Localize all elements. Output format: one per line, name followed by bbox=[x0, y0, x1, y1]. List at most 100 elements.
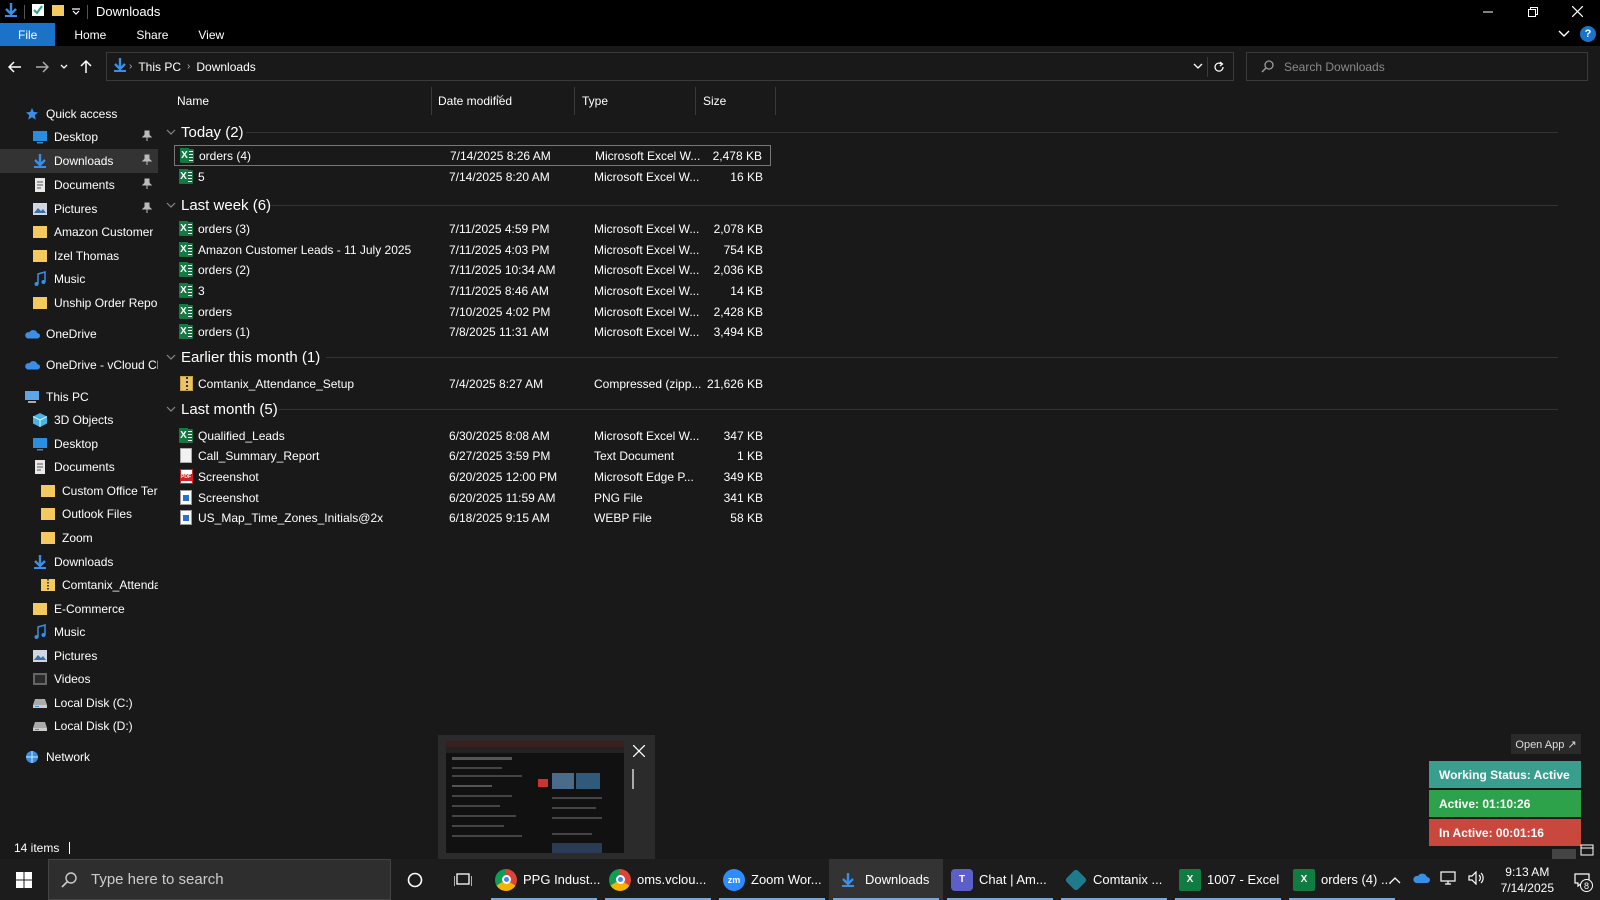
column-header-type[interactable]: Type bbox=[582, 87, 608, 115]
column-divider[interactable] bbox=[574, 87, 575, 115]
file-row[interactable]: Call_Summary_Report 6/27/2025 3:59 PM Text… bbox=[174, 445, 771, 466]
sidebar-item-unship-order-repor[interactable]: Unship Order Repor bbox=[0, 291, 158, 315]
collapse-chevron-icon[interactable] bbox=[166, 350, 176, 364]
file-group-header[interactable]: Last month (5) bbox=[158, 397, 1600, 421]
search-box[interactable] bbox=[1246, 52, 1588, 81]
volume-tray-icon[interactable] bbox=[1468, 870, 1486, 888]
sidebar-item-zoom[interactable]: Zoom bbox=[0, 526, 158, 550]
up-button[interactable] bbox=[74, 53, 98, 81]
sidebar-item-izel-thomas[interactable]: Izel Thomas bbox=[0, 244, 158, 268]
sidebar-item-e-commerce[interactable]: E-Commerce bbox=[0, 597, 158, 621]
sidebar-item-downloads[interactable]: Downloads bbox=[0, 149, 158, 173]
customize-toolbar-chevron-icon[interactable] bbox=[71, 5, 81, 19]
address-bar[interactable]: › This PC › Downloads bbox=[106, 52, 1234, 81]
sidebar-item-videos[interactable]: Videos bbox=[0, 667, 158, 691]
view-toggle-details[interactable] bbox=[1552, 849, 1576, 859]
breadcrumb-separator-icon[interactable]: › bbox=[129, 61, 132, 72]
file-row[interactable]: orders (1) 7/8/2025 11:31 AM Microsoft Exc… bbox=[174, 321, 771, 342]
tab-home[interactable]: Home bbox=[59, 23, 121, 46]
close-button[interactable] bbox=[1555, 0, 1600, 23]
task-view-button[interactable] bbox=[439, 859, 487, 900]
file-row[interactable]: Screenshot 6/20/2025 12:00 PM Microsoft Ed… bbox=[174, 466, 771, 487]
file-row[interactable]: 3 7/11/2025 8:46 AM Microsoft Excel W... 14… bbox=[174, 280, 771, 301]
sidebar-item-3d-objects[interactable]: 3D Objects bbox=[0, 408, 158, 432]
sidebar-item-desktop[interactable]: Desktop bbox=[0, 125, 158, 149]
taskbar-app-comtanix[interactable]: Comtanix ... bbox=[1057, 859, 1171, 900]
column-header-size[interactable]: Size bbox=[703, 87, 726, 115]
file-row[interactable]: Amazon Customer Leads - 11 July 2025 7/11… bbox=[174, 239, 771, 260]
sidebar-item-onedrive[interactable]: OneDrive bbox=[0, 322, 158, 346]
file-row[interactable]: US_Map_Time_Zones_Initials@2x 6/18/2025 9… bbox=[174, 507, 771, 528]
collapse-chevron-icon[interactable] bbox=[166, 125, 176, 139]
file-group-header[interactable]: Last week (6) bbox=[158, 193, 1600, 217]
sidebar-item-onedrive-vcloud-cl[interactable]: OneDrive - vCloud Cl bbox=[0, 353, 158, 377]
sidebar-item-custom-office-ter[interactable]: Custom Office Ter bbox=[0, 479, 158, 503]
tab-view[interactable]: View bbox=[183, 23, 239, 46]
sidebar-item-local-disk-d[interactable]: Local Disk (D:) bbox=[0, 714, 158, 738]
sidebar-item-comtanix-attenda[interactable]: Comtanix_Attenda bbox=[0, 573, 158, 597]
taskbar-app-chat-am[interactable]: T Chat | Am... bbox=[943, 859, 1057, 900]
recent-locations-button[interactable] bbox=[57, 53, 71, 81]
taskbar-app-downloads[interactable]: Downloads bbox=[829, 859, 943, 900]
sidebar-item-network[interactable]: Network bbox=[0, 745, 158, 769]
start-button[interactable] bbox=[0, 859, 48, 900]
column-divider[interactable] bbox=[431, 87, 432, 115]
onedrive-tray-icon[interactable] bbox=[1412, 872, 1430, 887]
sidebar-item-pictures[interactable]: Pictures bbox=[0, 644, 158, 668]
sidebar-item-pictures[interactable]: Pictures bbox=[0, 197, 158, 221]
sidebar-item-music[interactable]: Music bbox=[0, 620, 158, 644]
file-row[interactable]: orders (3) 7/11/2025 4:59 PM Microsoft Exc… bbox=[174, 218, 771, 239]
refresh-button[interactable] bbox=[1207, 57, 1229, 77]
file-row[interactable]: orders (2) 7/11/2025 10:34 AM Microsoft Ex… bbox=[174, 259, 771, 280]
collapse-chevron-icon[interactable] bbox=[166, 402, 176, 416]
sidebar-item-documents[interactable]: Documents bbox=[0, 173, 158, 197]
breadcrumb-downloads[interactable]: Downloads bbox=[196, 60, 255, 74]
file-row[interactable]: orders 7/10/2025 4:02 PM Microsoft Excel W… bbox=[174, 301, 771, 322]
back-button[interactable] bbox=[3, 53, 27, 81]
search-input[interactable] bbox=[1284, 59, 1574, 74]
window-preview-image[interactable] bbox=[446, 741, 624, 853]
taskbar-app-ppg-indust[interactable]: PPG Indust... bbox=[487, 859, 601, 900]
taskbar-app-zoom-wor[interactable]: zm Zoom Wor... bbox=[715, 859, 829, 900]
column-divider[interactable] bbox=[695, 87, 696, 115]
properties-icon[interactable] bbox=[31, 3, 45, 20]
file-row[interactable]: Screenshot 6/20/2025 11:59 AM PNG File 341 … bbox=[174, 487, 771, 508]
taskbar-search-box[interactable]: Type here to search bbox=[48, 859, 391, 900]
sidebar-item-desktop[interactable]: Desktop bbox=[0, 432, 158, 456]
sidebar-item-documents[interactable]: Documents bbox=[0, 455, 158, 479]
sidebar-item-outlook-files[interactable]: Outlook Files bbox=[0, 502, 158, 526]
pin-icon[interactable] bbox=[141, 154, 153, 169]
column-divider[interactable] bbox=[775, 87, 776, 115]
tab-share[interactable]: Share bbox=[121, 23, 183, 46]
cortana-button[interactable] bbox=[391, 859, 439, 900]
pin-icon[interactable] bbox=[141, 202, 153, 217]
forward-button[interactable] bbox=[30, 53, 54, 81]
open-app-button[interactable]: Open App ↗ bbox=[1511, 734, 1581, 754]
pin-icon[interactable] bbox=[141, 178, 153, 193]
taskbar-thumbnail-preview[interactable] bbox=[438, 735, 655, 859]
tab-file[interactable]: File bbox=[0, 23, 56, 46]
sidebar-item-music[interactable]: Music bbox=[0, 267, 158, 291]
new-folder-icon[interactable] bbox=[51, 3, 65, 20]
large-icons-view-icon[interactable] bbox=[1580, 844, 1594, 859]
file-row[interactable]: Comtanix_Attendance_Setup 7/4/2025 8:27 A… bbox=[174, 373, 771, 394]
expand-ribbon-chevron-icon[interactable] bbox=[1558, 27, 1570, 41]
sidebar-item-amazon-customer[interactable]: Amazon Customer bbox=[0, 220, 158, 244]
address-history-chevron-icon[interactable] bbox=[1193, 59, 1203, 73]
file-row[interactable]: 5 7/14/2025 8:20 AM Microsoft Excel W... 16… bbox=[174, 166, 771, 187]
help-icon[interactable]: ? bbox=[1580, 26, 1596, 42]
taskbar-clock[interactable]: 9:13 AM 7/14/2025 bbox=[1501, 864, 1554, 896]
collapse-chevron-icon[interactable] bbox=[166, 198, 176, 212]
sidebar-item-this-pc[interactable]: This PC bbox=[0, 385, 158, 409]
taskbar-app-oms-vclou[interactable]: oms.vclou... bbox=[601, 859, 715, 900]
file-group-header[interactable]: Earlier this month (1) bbox=[158, 345, 1600, 369]
sidebar-item-local-disk-c[interactable]: Local Disk (C:) bbox=[0, 691, 158, 715]
pin-icon[interactable] bbox=[141, 130, 153, 145]
show-hidden-icons-chevron-icon[interactable] bbox=[1389, 873, 1401, 887]
breadcrumb-separator-icon[interactable]: › bbox=[187, 61, 190, 72]
breadcrumb-this-pc[interactable]: This PC bbox=[138, 60, 181, 74]
file-group-header[interactable]: Today (2) bbox=[158, 120, 1600, 144]
sidebar-item-downloads[interactable]: Downloads bbox=[0, 550, 158, 574]
sidebar-item-quick-access[interactable]: Quick access bbox=[0, 102, 158, 126]
action-center-button[interactable]: 8 bbox=[1564, 859, 1600, 900]
